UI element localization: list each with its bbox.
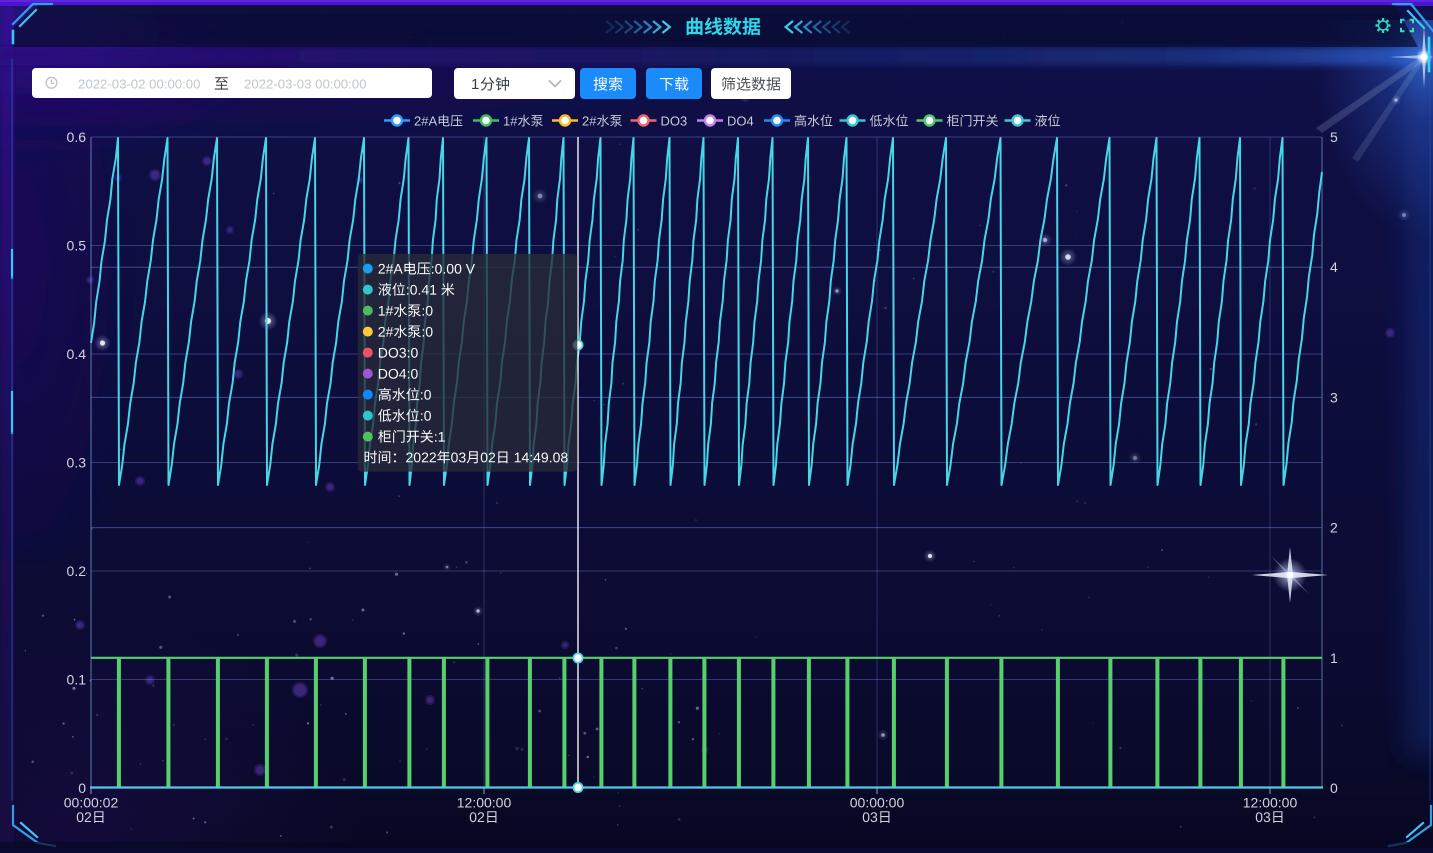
svg-text:3: 3 [1330,389,1338,405]
svg-text:0: 0 [1330,780,1338,796]
svg-text:5: 5 [1330,129,1338,145]
svg-text:0.5: 0.5 [67,238,87,254]
svg-text:2022-03-03 00:00:00: 2022-03-03 00:00:00 [244,77,366,92]
svg-text:0.2: 0.2 [67,563,87,579]
svg-text:0.1: 0.1 [67,672,87,688]
svg-text:4: 4 [1330,259,1338,275]
svg-text:2022-03-02 00:00:00: 2022-03-02 00:00:00 [78,77,200,92]
svg-text:0.3: 0.3 [67,455,87,471]
svg-text:1: 1 [471,76,479,93]
svg-text:12:00:00: 12:00:00 [1243,795,1298,811]
svg-text:12:00:00: 12:00:00 [457,795,512,811]
svg-text:0.4: 0.4 [67,346,87,362]
svg-text:0.6: 0.6 [67,129,87,145]
svg-text:1: 1 [1330,650,1338,666]
svg-text:00:00:02: 00:00:02 [64,795,119,811]
svg-text:00:00:00: 00:00:00 [850,795,905,811]
svg-text:2: 2 [1330,520,1338,536]
